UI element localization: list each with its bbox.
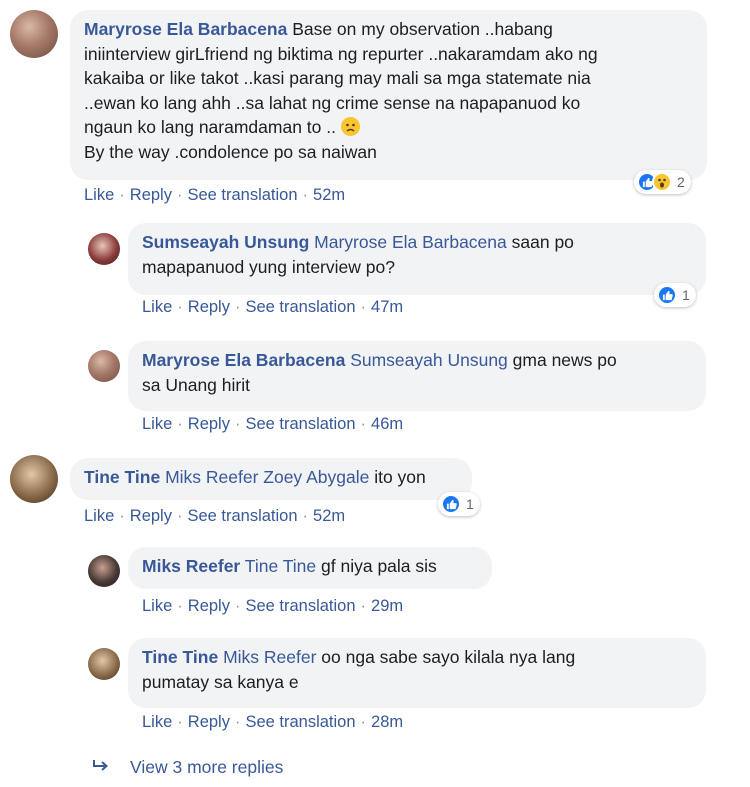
author-name[interactable]: Tine Tine: [84, 467, 160, 487]
mention-link[interactable]: Miks Reefer Zoey Abygale: [165, 467, 369, 487]
view-more-replies-link[interactable]: View 3 more replies: [92, 757, 283, 778]
comment-text: iniinterview girLfriend ng biktima ng re…: [84, 43, 598, 64]
mention-link[interactable]: Maryrose Ela Barbacena: [314, 232, 507, 252]
like-link[interactable]: Like: [142, 597, 172, 615]
see-translation-link[interactable]: See translation: [245, 713, 355, 731]
comment-text: sa Unang hirit: [142, 374, 250, 395]
reply-link[interactable]: Reply: [188, 298, 230, 316]
reply-link[interactable]: Reply: [188, 597, 230, 615]
avatar[interactable]: [88, 233, 120, 265]
author-name[interactable]: Maryrose Ela Barbacena: [84, 19, 287, 39]
reply-link[interactable]: Reply: [130, 507, 172, 525]
avatar[interactable]: [10, 10, 58, 58]
reaction-summary[interactable]: 2: [634, 170, 691, 194]
reply-link[interactable]: Reply: [188, 415, 230, 433]
see-translation-link[interactable]: See translation: [187, 507, 297, 525]
avatar[interactable]: [10, 455, 58, 503]
comment-bubble: Miks Reefer Tine Tine gf niya pala sis: [128, 547, 492, 589]
author-name[interactable]: Miks Reefer: [142, 556, 240, 576]
comment-actions: Like · Reply · See translation · 46m: [142, 415, 404, 433]
mention-link[interactable]: Sumseayah Unsung: [350, 350, 508, 370]
timestamp[interactable]: 52m: [313, 507, 345, 525]
comment-bubble: Tine Tine Miks Reefer oo nga sabe sayo k…: [128, 638, 706, 708]
reaction-count: 1: [682, 287, 690, 303]
like-link[interactable]: Like: [142, 298, 172, 316]
timestamp[interactable]: 52m: [313, 186, 345, 204]
comment-bubble: Sumseayah Unsung Maryrose Ela Barbacena …: [128, 223, 706, 295]
like-link[interactable]: Like: [142, 713, 172, 731]
comment-actions: Like · Reply · See translation · 52m: [84, 186, 346, 204]
comment-text: gma news po: [512, 350, 617, 370]
reply-link[interactable]: Reply: [188, 713, 230, 731]
reaction-count: 2: [677, 174, 685, 190]
wow-icon: [652, 172, 672, 192]
timestamp[interactable]: 28m: [371, 713, 403, 731]
avatar[interactable]: [88, 648, 120, 680]
reply-link[interactable]: Reply: [130, 186, 172, 204]
comment-text: Base on my observation ..habang: [292, 19, 553, 39]
reaction-count: 1: [466, 496, 474, 512]
author-name[interactable]: Tine Tine: [142, 647, 218, 667]
timestamp[interactable]: 29m: [371, 597, 403, 615]
comment-text: kakaiba or like takot ..kasi parang may …: [84, 68, 591, 88]
reaction-summary[interactable]: 1: [438, 492, 480, 516]
mention-link[interactable]: Miks Reefer: [223, 647, 316, 667]
see-translation-link[interactable]: See translation: [245, 298, 355, 316]
author-name[interactable]: Maryrose Ela Barbacena: [142, 350, 345, 370]
like-icon: [441, 494, 461, 514]
comment-text: ..ewan ko lang ahh ..sa lahat ng crime s…: [84, 92, 581, 113]
timestamp[interactable]: 47m: [371, 298, 403, 316]
comment-bubble: Maryrose Ela Barbacena Base on my observ…: [70, 10, 707, 180]
author-name[interactable]: Sumseayah Unsung: [142, 232, 309, 252]
avatar[interactable]: [88, 555, 120, 587]
timestamp[interactable]: 46m: [371, 415, 403, 433]
like-link[interactable]: Like: [84, 507, 114, 525]
see-translation-link[interactable]: See translation: [245, 597, 355, 615]
comment-text: ito yon: [374, 467, 426, 487]
like-link[interactable]: Like: [142, 415, 172, 433]
reply-arrow-icon: [92, 757, 110, 778]
avatar[interactable]: [88, 350, 120, 382]
comment-text: mapapanuod yung interview po?: [142, 256, 395, 277]
comment-text: By the way .condolence po sa naiwan: [84, 141, 377, 162]
comment-bubble: Maryrose Ela Barbacena Sumseayah Unsung …: [128, 341, 706, 411]
comment-text: saan po: [511, 232, 574, 252]
comment-actions: Like · Reply · See translation · 28m: [142, 713, 404, 731]
see-translation-link[interactable]: See translation: [245, 415, 355, 433]
reaction-summary[interactable]: 1: [654, 283, 696, 307]
mention-link[interactable]: Tine Tine: [245, 556, 316, 576]
comment-text: pumatay sa kanya e: [142, 671, 299, 692]
view-more-label[interactable]: View 3 more replies: [130, 757, 283, 778]
sad-face-icon: [340, 117, 360, 136]
comment-actions: Like · Reply · See translation · 47m: [142, 298, 404, 316]
comment-text: ngaun ko lang naramdaman to ..: [84, 117, 336, 137]
comment-actions: Like · Reply · See translation · 52m: [84, 507, 346, 525]
comment-actions: Like · Reply · See translation · 29m: [142, 597, 404, 615]
comment-text: gf niya pala sis: [321, 556, 437, 576]
see-translation-link[interactable]: See translation: [187, 186, 297, 204]
comment-bubble: Tine Tine Miks Reefer Zoey Abygale ito y…: [70, 458, 472, 500]
like-link[interactable]: Like: [84, 186, 114, 204]
comment-text: oo nga sabe sayo kilala nya lang: [321, 647, 576, 667]
like-icon: [657, 285, 677, 305]
